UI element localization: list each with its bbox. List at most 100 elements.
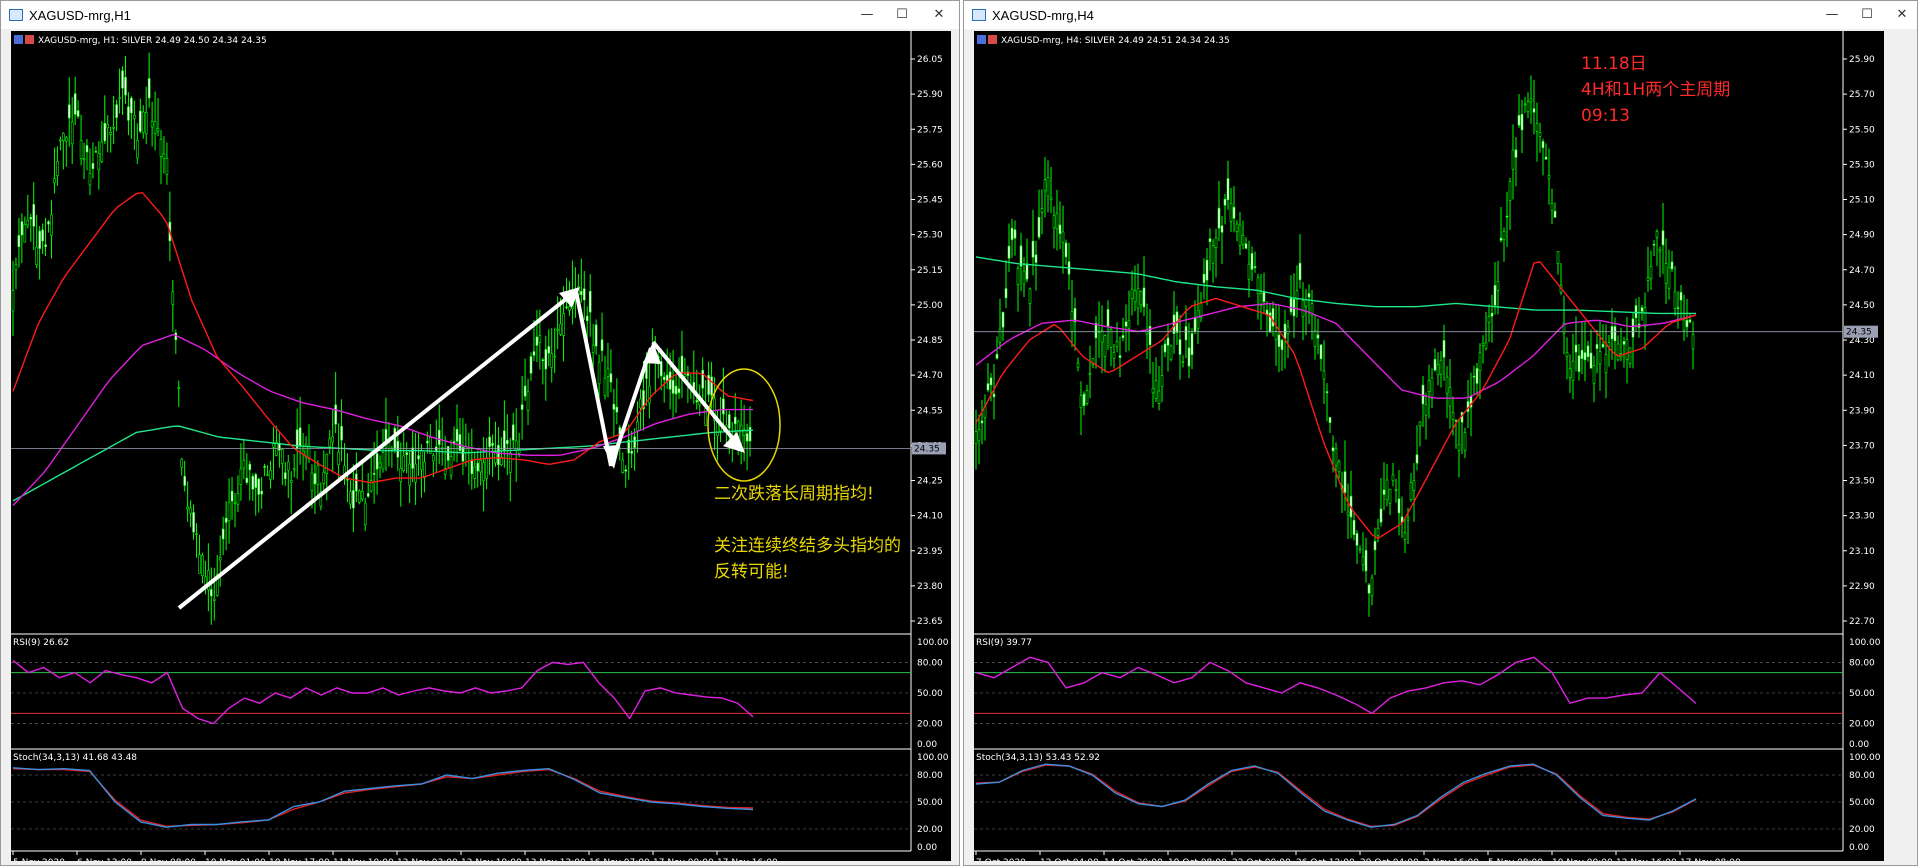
annotation-text: 反转可能!: [714, 562, 789, 582]
minimize-button[interactable]: —: [853, 5, 881, 25]
price-axis-label: 23.10: [1849, 547, 1875, 557]
price-axis-label: 25.45: [917, 196, 943, 206]
candle-body: [372, 473, 376, 475]
rsi-pane-line: [12, 659, 754, 725]
price-axis-label: 23.65: [917, 617, 943, 627]
candle-body: [636, 421, 639, 431]
candle-body: [1577, 355, 1581, 372]
candle-body: [1178, 339, 1182, 355]
price-axis-label: 25.30: [917, 231, 943, 241]
candle-body: [668, 371, 672, 390]
candle-body: [358, 490, 361, 503]
candle-body: [378, 462, 382, 468]
chart-window-h1[interactable]: XAGUSD-mrg,H1 — ☐ ✕ XAGUSD-mrg, H1: SILV…: [0, 0, 960, 866]
candle-body: [1283, 323, 1287, 339]
candle-body: [1550, 203, 1554, 211]
rsi-pane-axis-label: 20.00: [917, 720, 943, 730]
candle-body: [600, 339, 604, 351]
candle-body: [674, 385, 678, 395]
candle-body: [1544, 156, 1548, 160]
stoch-pane-line: [12, 767, 754, 828]
candle-body: [980, 420, 984, 424]
candle-body: [1040, 208, 1044, 213]
candle-body: [1142, 287, 1146, 308]
candle-body: [1157, 390, 1161, 404]
candle-body: [508, 452, 512, 473]
candle-body: [281, 449, 284, 464]
window-titlebar[interactable]: XAGUSD-mrg,H1 — ☐ ✕: [1, 1, 959, 29]
price-axis-label: 24.70: [917, 371, 943, 381]
minimize-button[interactable]: —: [1818, 5, 1846, 25]
candle-body: [722, 398, 725, 415]
candle-body: [998, 328, 1002, 343]
candle-body: [1025, 263, 1029, 280]
candle-body: [1490, 312, 1494, 317]
candle-body: [1319, 344, 1323, 360]
candle-body: [603, 377, 607, 397]
candle-body: [1016, 268, 1020, 286]
candle-body: [1226, 178, 1230, 201]
chart-area[interactable]: XAGUSD-mrg, H4: SILVER 24.49 24.51 24.34…: [974, 31, 1884, 861]
chart-area[interactable]: XAGUSD-mrg, H1: SILVER 24.49 24.50 24.34…: [11, 31, 951, 861]
candle-body: [153, 120, 157, 134]
candle-body: [1481, 342, 1485, 346]
chart-window-h4[interactable]: XAGUSD-mrg,H4 — ☐ ✕ XAGUSD-mrg, H4: SILV…: [963, 0, 1918, 866]
time-axis-label: 11 Nov 10:00: [333, 858, 394, 861]
candle-body: [725, 424, 728, 428]
price-chart-svg[interactable]: XAGUSD-mrg, H4: SILVER 24.49 24.51 24.34…: [974, 31, 1884, 861]
candle-body: [384, 429, 388, 442]
candle-body: [974, 431, 978, 444]
candle-body: [710, 376, 713, 396]
candle-body: [1571, 360, 1575, 381]
candle-body: [745, 433, 749, 442]
maximize-button[interactable]: ☐: [1853, 5, 1881, 25]
candle-body: [1022, 270, 1026, 285]
candle-body: [218, 557, 222, 561]
candle-body: [165, 157, 169, 175]
price-chart-svg[interactable]: XAGUSD-mrg, H1: SILVER 24.49 24.50 24.34…: [11, 31, 951, 861]
candle-body: [198, 554, 201, 574]
candle-body: [733, 416, 737, 425]
price-axis-label: 23.70: [1849, 441, 1875, 451]
time-axis-label: 10 Nov 17:00: [269, 858, 330, 861]
stoch-pane-axis-label: 20.00: [917, 825, 943, 835]
candle-body: [343, 465, 346, 474]
time-axis-label: 12 Nov 19:00: [461, 858, 522, 861]
candle-body: [1331, 447, 1335, 452]
candle-body: [221, 528, 225, 540]
candle-body: [192, 512, 195, 533]
candle-body: [488, 436, 491, 447]
candle-body: [1445, 376, 1449, 394]
rsi-pane-line: [975, 656, 1697, 715]
candle-body: [360, 490, 364, 500]
candle-body: [1103, 335, 1107, 358]
candle-body: [1358, 548, 1362, 551]
candle-body: [1508, 181, 1512, 201]
close-button[interactable]: ✕: [1888, 5, 1916, 25]
candle-body: [316, 465, 320, 486]
candle-body: [1235, 223, 1239, 232]
candle-body: [1301, 300, 1305, 317]
stoch-pane-axis-label: 50.00: [1849, 798, 1875, 808]
candle-body: [141, 111, 145, 133]
close-button[interactable]: ✕: [925, 5, 953, 25]
stoch-pane-line: [12, 768, 754, 828]
time-axis-label: 12 Nov 16:00: [1616, 858, 1677, 861]
window-titlebar[interactable]: XAGUSD-mrg,H4 — ☐ ✕: [964, 1, 1917, 29]
candle-body: [1250, 253, 1254, 270]
price-axis-label: 22.70: [1849, 617, 1875, 627]
candle-body: [591, 344, 595, 353]
maximize-button[interactable]: ☐: [888, 5, 916, 25]
candle-body: [728, 414, 731, 429]
candle-body: [254, 474, 258, 488]
candle-body: [506, 440, 509, 445]
ma-green-line: [975, 256, 1696, 315]
candle-body: [17, 235, 21, 248]
candle-body: [393, 428, 397, 450]
candle-body: [1580, 350, 1584, 359]
candle-body: [1574, 344, 1578, 353]
candle-body: [1658, 249, 1662, 252]
candle-body: [180, 458, 184, 468]
candle-body: [1109, 329, 1113, 348]
candle-body: [1088, 373, 1092, 375]
